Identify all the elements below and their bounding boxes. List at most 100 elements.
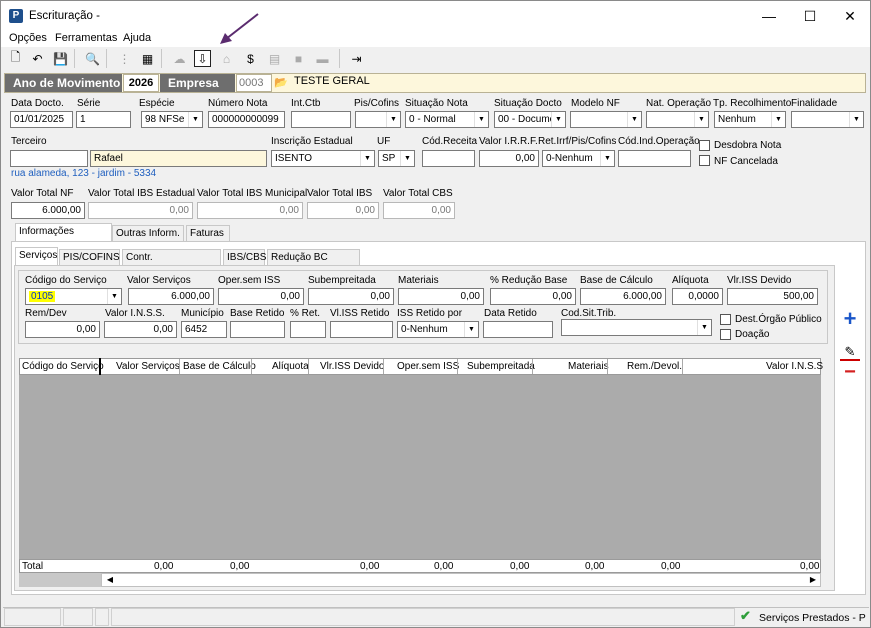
valor-total-nf-field[interactable]: 6.000,00 bbox=[11, 202, 85, 219]
finalidade-label: Finalidade bbox=[791, 98, 838, 109]
oper-sem-iss-input[interactable]: 0,00 bbox=[218, 288, 304, 305]
maximize-button[interactable]: ☐ bbox=[790, 5, 830, 27]
grid-col-vlr-iss-devido[interactable]: Vlr.ISS Devido bbox=[320, 361, 384, 372]
tp-recolhimento-select[interactable]: Nenhum ▼ bbox=[714, 111, 786, 128]
finalidade-select[interactable]: ▼ bbox=[791, 111, 864, 128]
tab-informacoes-servicos[interactable]: Informações Serviços bbox=[15, 223, 112, 253]
grid-icon[interactable]: ▤ bbox=[266, 50, 283, 67]
exit-door-icon[interactable]: ⇥ bbox=[348, 50, 365, 67]
tree-icon[interactable]: ⋮ bbox=[116, 50, 133, 67]
minimize-button[interactable]: — bbox=[749, 5, 789, 27]
grid-col-valor-inss[interactable]: Valor I.N.S.S bbox=[766, 361, 823, 372]
folder-open-icon[interactable]: 📂 bbox=[273, 75, 289, 91]
grid-col-oper-sem-iss[interactable]: Oper.sem ISS bbox=[397, 361, 459, 372]
menu-ferramentas[interactable]: Ferramentas bbox=[55, 32, 117, 44]
especie-select[interactable]: 98 NFSe ▼ bbox=[141, 111, 203, 128]
tab-outras-inform[interactable]: Outras Inform. bbox=[112, 225, 184, 242]
tab-contr-previdenciaria[interactable]: Contr. Previdenciária bbox=[122, 249, 221, 279]
chevron-down-icon: ▼ bbox=[400, 151, 414, 166]
situacao-docto-select[interactable]: 00 - Documer ▼ bbox=[494, 111, 566, 128]
terceiro-name-field[interactable]: Rafael bbox=[90, 150, 267, 167]
desdobra-nota-checkbox[interactable] bbox=[699, 140, 710, 151]
grid-col-codigo-servico[interactable]: Código do Serviço bbox=[22, 361, 104, 372]
scroll-left-icon[interactable]: ◀ bbox=[104, 574, 116, 586]
square-icon[interactable]: ■ bbox=[290, 50, 307, 67]
dest-orgao-publico-checkbox[interactable] bbox=[720, 314, 731, 325]
services-grid-body[interactable] bbox=[19, 375, 821, 559]
nf-cancelada-checkbox[interactable] bbox=[699, 155, 710, 166]
tab-pis-cofins[interactable]: PIS/COFINS bbox=[59, 249, 120, 266]
uf-select[interactable]: SP ▼ bbox=[378, 150, 415, 167]
serie-input[interactable]: 1 bbox=[76, 111, 131, 128]
serie-label: Série bbox=[77, 98, 101, 109]
grid-col-base-calculo[interactable]: Base de Cálculo bbox=[183, 361, 256, 372]
nat-operacao-select[interactable]: ▼ bbox=[646, 111, 709, 128]
grid-col-aliquota[interactable]: Alíquota bbox=[272, 361, 309, 372]
ret-irrf-select[interactable]: 0-Nenhum ▼ bbox=[542, 150, 615, 167]
calculator-icon[interactable]: ▦ bbox=[139, 50, 156, 67]
int-ctb-input[interactable] bbox=[291, 111, 351, 128]
cod-sit-trib-label: Cod.Sit.Trib. bbox=[561, 308, 617, 319]
minus-icon[interactable]: ▬ bbox=[314, 50, 331, 67]
rem-dev-input[interactable]: 0,00 bbox=[25, 321, 100, 338]
numero-nota-input[interactable]: 000000000099 bbox=[208, 111, 285, 128]
horizontal-scrollbar[interactable] bbox=[101, 573, 821, 587]
save-icon[interactable]: 💾 bbox=[52, 50, 69, 67]
pis-cofins-select[interactable]: ▼ bbox=[355, 111, 401, 128]
base-calculo-label: Base de Cálculo bbox=[580, 275, 653, 286]
tab-ibs-cbs[interactable]: IBS/CBS bbox=[223, 249, 266, 266]
materiais-input[interactable]: 0,00 bbox=[398, 288, 484, 305]
modelo-nf-select[interactable]: ▼ bbox=[570, 111, 642, 128]
status-panel bbox=[95, 608, 109, 626]
house-icon[interactable]: ⌂ bbox=[218, 50, 235, 67]
base-calculo-input[interactable]: 6.000,00 bbox=[580, 288, 666, 305]
new-document-icon[interactable]: 🗋 bbox=[7, 50, 24, 67]
pct-ret-input[interactable] bbox=[290, 321, 326, 338]
valor-irrf-input[interactable]: 0,00 bbox=[479, 150, 539, 167]
municipio-input[interactable]: 6452 bbox=[181, 321, 227, 338]
close-button[interactable]: ✕ bbox=[830, 5, 870, 27]
data-docto-input[interactable]: 01/01/2025 bbox=[10, 111, 73, 128]
base-retido-input[interactable] bbox=[230, 321, 285, 338]
cloud-icon[interactable]: ☁ bbox=[171, 50, 188, 67]
edit-item-button[interactable]: ✎ bbox=[840, 343, 860, 361]
ano-movimento-value[interactable]: 2026 bbox=[123, 74, 159, 92]
especie-label: Espécie bbox=[139, 98, 175, 109]
doacao-checkbox[interactable] bbox=[720, 329, 731, 340]
chevron-down-icon: ▼ bbox=[627, 112, 641, 127]
menu-opcoes[interactable]: Opções bbox=[9, 32, 47, 44]
pct-reducao-base-input[interactable]: 0,00 bbox=[490, 288, 576, 305]
grid-col-materiais[interactable]: Materiais bbox=[568, 361, 609, 372]
cod-receita-input[interactable] bbox=[422, 150, 475, 167]
menu-ajuda[interactable]: Ajuda bbox=[123, 32, 151, 44]
grid-col-valor-servicos[interactable]: Valor Serviços bbox=[116, 361, 180, 372]
import-document-icon[interactable]: ⇩ bbox=[194, 50, 211, 67]
tab-servicos[interactable]: Serviços bbox=[15, 247, 58, 266]
valor-servicos-input[interactable]: 6.000,00 bbox=[128, 288, 214, 305]
inscricao-estadual-select[interactable]: ISENTO ▼ bbox=[271, 150, 375, 167]
situacao-nota-select[interactable]: 0 - Normal ▼ bbox=[405, 111, 489, 128]
empresa-code-field[interactable]: 0003 bbox=[236, 74, 272, 92]
valor-inss-input[interactable]: 0,00 bbox=[104, 321, 177, 338]
add-item-button[interactable]: + bbox=[839, 308, 861, 331]
valor-total-ibs-label: Valor Total IBS bbox=[307, 188, 373, 199]
remove-item-button[interactable]: − bbox=[839, 362, 861, 382]
cod-sit-trib-select[interactable]: ▼ bbox=[561, 319, 712, 336]
subempreitada-input[interactable]: 0,00 bbox=[308, 288, 394, 305]
iss-retido-por-select[interactable]: 0-Nenhum ▼ bbox=[397, 321, 479, 338]
vlr-iss-devido-input[interactable]: 500,00 bbox=[727, 288, 818, 305]
print-preview-icon[interactable]: 🔍 bbox=[84, 50, 101, 67]
scroll-right-icon[interactable]: ▶ bbox=[807, 574, 819, 586]
grid-col-rem-devol[interactable]: Rem./Devol. bbox=[627, 361, 682, 372]
data-retido-input[interactable] bbox=[483, 321, 553, 338]
codigo-servico-select[interactable]: 0105 ▼ bbox=[25, 288, 122, 305]
aliquota-input[interactable]: 0,0000 bbox=[672, 288, 723, 305]
tab-reducao-bc-ibs-cbs[interactable]: Redução BC IBS/CBS bbox=[267, 249, 360, 279]
undo-icon[interactable]: ↶ bbox=[29, 50, 46, 67]
tab-faturas[interactable]: Faturas bbox=[186, 225, 230, 242]
grid-col-subempreitada[interactable]: Subempreitada bbox=[467, 361, 535, 372]
money-bag-icon[interactable]: $ bbox=[242, 50, 259, 67]
terceiro-code-input[interactable] bbox=[10, 150, 88, 167]
cod-ind-operacao-input[interactable] bbox=[618, 150, 691, 167]
vl-iss-retido-input[interactable] bbox=[330, 321, 393, 338]
